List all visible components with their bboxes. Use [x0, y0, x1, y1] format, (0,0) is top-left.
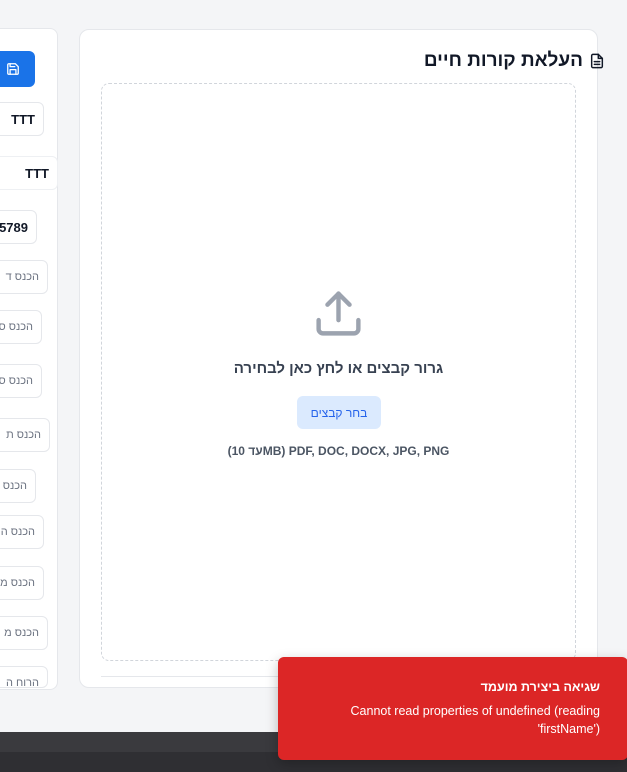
upload-title-text: העלאת קורות חיים: [423, 50, 583, 71]
upload-section-title: העלאת קורות חיים: [424, 50, 605, 72]
form-field[interactable]: הכנס ד: [0, 260, 48, 294]
form-field[interactable]: TTT: [0, 156, 58, 190]
dropzone-instructions: גרור קבצים או לחץ כאן לבחירה: [233, 360, 444, 377]
error-toast[interactable]: שגיאה ביצירת מועמד Cannot read propertie…: [278, 657, 627, 760]
form-field[interactable]: הרוח ה: [0, 666, 48, 688]
form-field[interactable]: הכנס מ: [0, 616, 48, 650]
form-field[interactable]: 5789: [0, 210, 37, 244]
form-field[interactable]: הכנס: [0, 469, 36, 503]
form-field[interactable]: הכנס ה: [0, 515, 44, 549]
toast-message: Cannot read properties of undefined (rea…: [350, 704, 600, 736]
form-field[interactable]: הכנס ס: [0, 310, 42, 344]
choose-files-button[interactable]: בחר קבצים: [297, 396, 381, 429]
form-field[interactable]: הכנס ס: [0, 364, 42, 398]
form-field[interactable]: הכנס מ: [0, 566, 44, 600]
toast-title: שגיאה ביצירת מועמד: [480, 680, 600, 694]
save-icon: [6, 63, 19, 75]
form-field[interactable]: הכנס ת: [0, 418, 50, 452]
accepted-formats-text: (עד 10MB) PDF, DOC, DOCX, JPG, PNG: [227, 444, 450, 458]
document-icon: [590, 53, 604, 69]
upload-icon: [316, 291, 361, 336]
save-button[interactable]: [0, 51, 35, 87]
form-field[interactable]: TTT: [0, 102, 44, 136]
